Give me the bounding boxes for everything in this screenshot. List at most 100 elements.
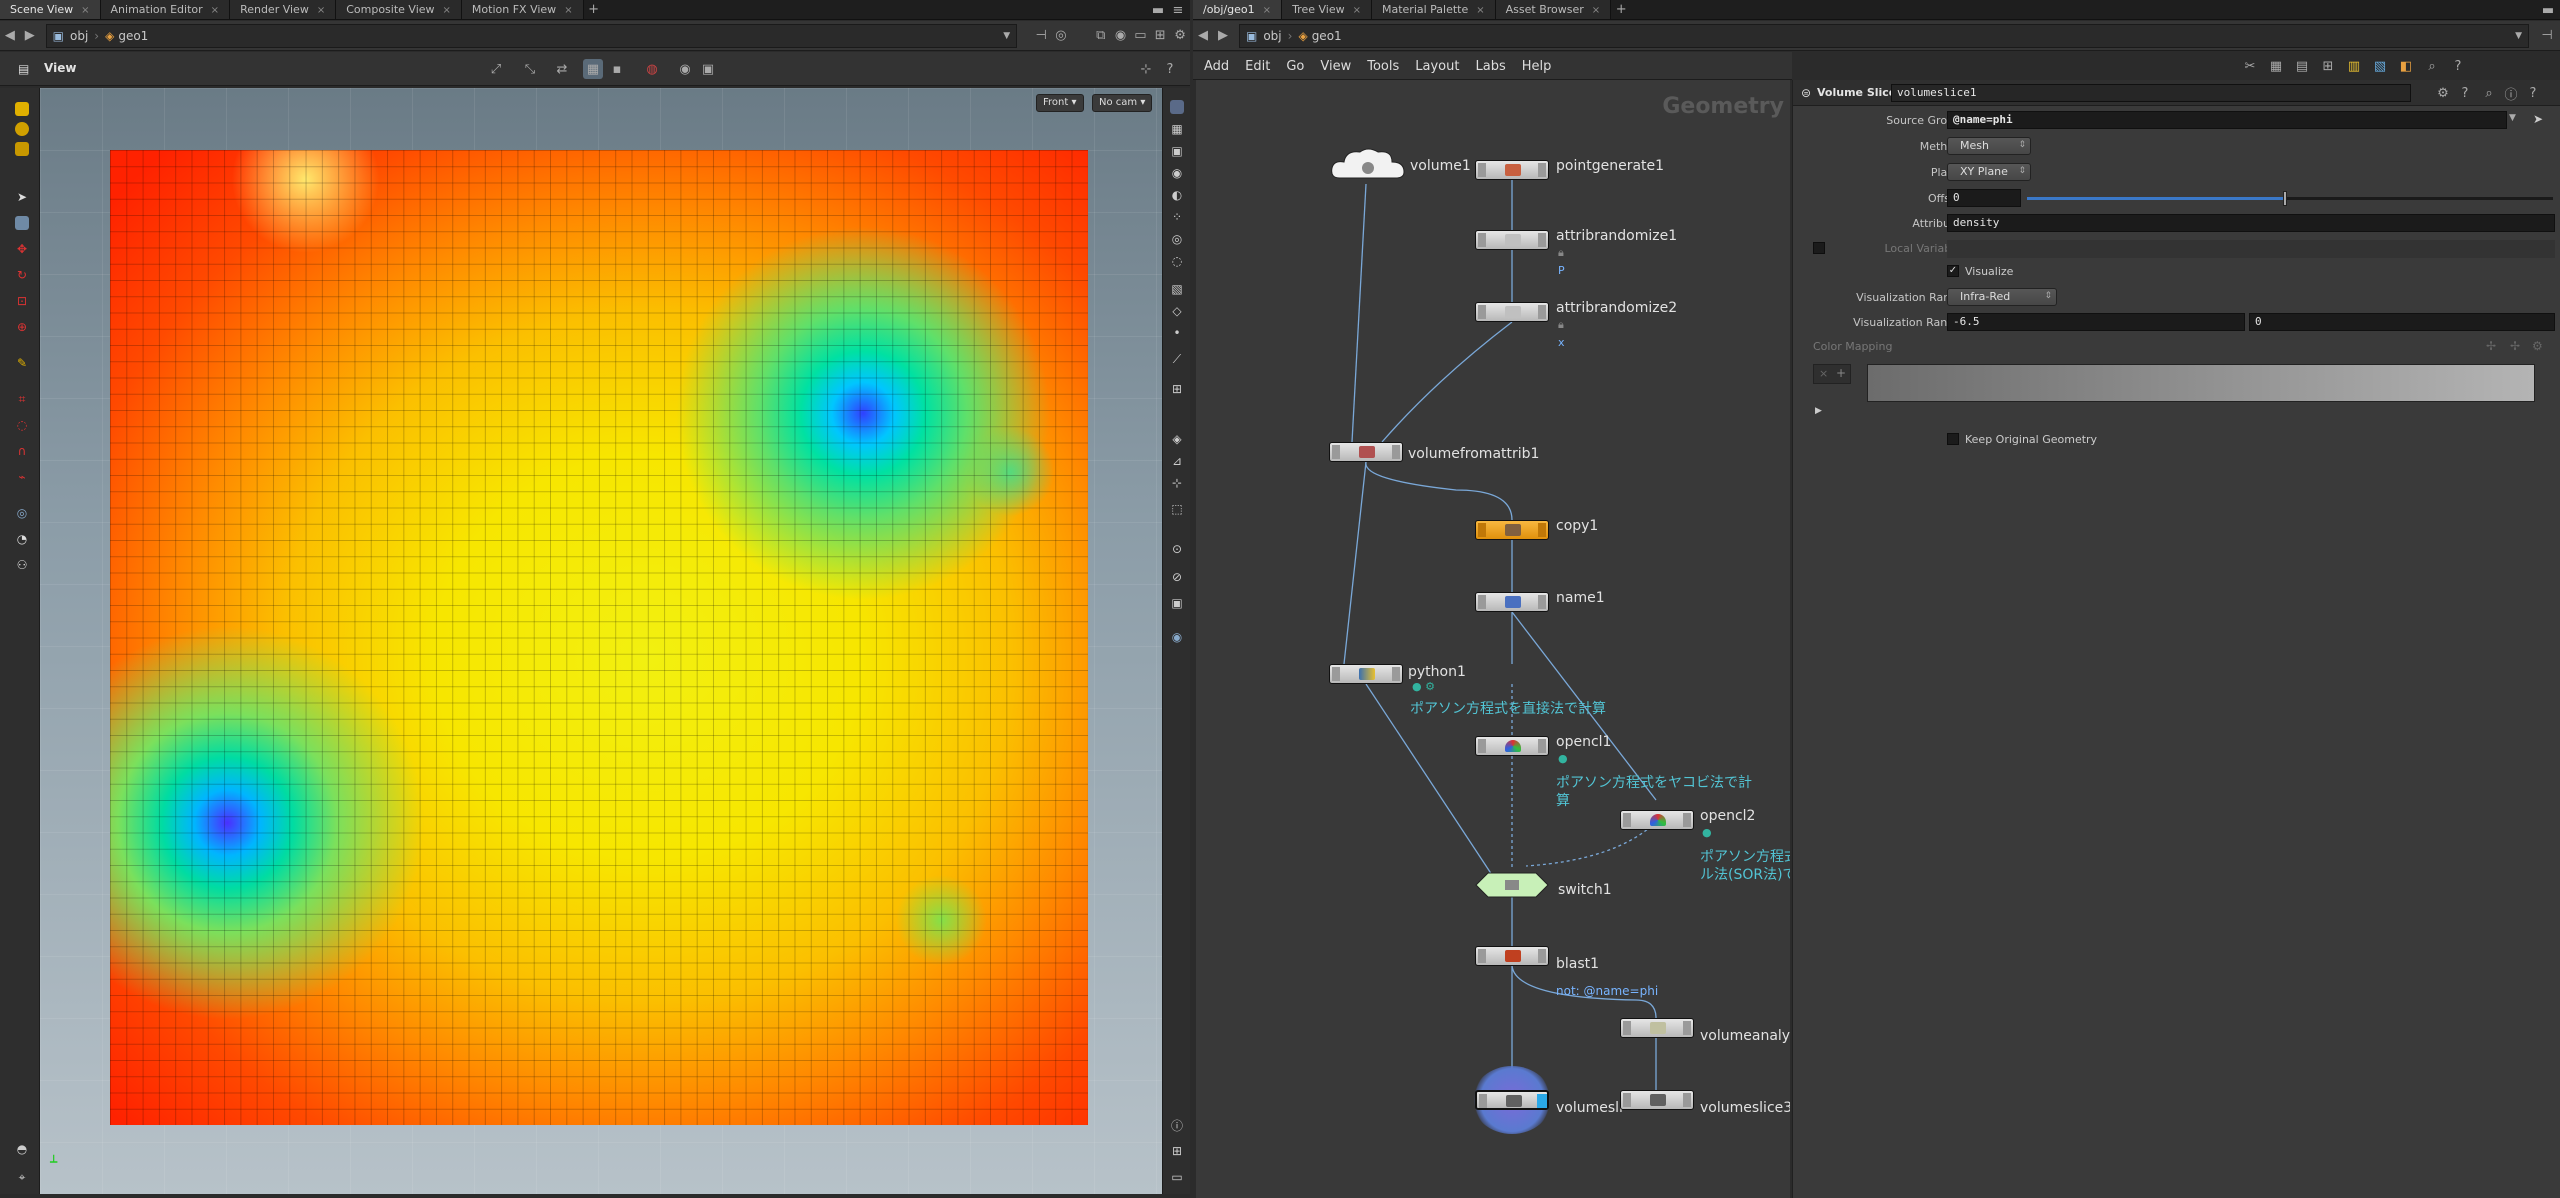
guide-icon[interactable]: ⟋: [1166, 348, 1188, 370]
layout-icon[interactable]: ⊞: [1166, 1140, 1188, 1162]
expand-arrow-icon[interactable]: ▶: [1815, 406, 1822, 416]
viewer-menu-icon[interactable]: ▤: [18, 62, 29, 76]
move-icon[interactable]: ✢: [2510, 339, 2520, 353]
pose-icon[interactable]: ⌗: [11, 388, 33, 410]
close-icon[interactable]: ×: [211, 5, 219, 16]
tab-material-palette[interactable]: Material Palette ×: [1371, 0, 1496, 19]
select-edges-icon[interactable]: [11, 138, 33, 160]
filter-icon[interactable]: ⊘: [1166, 566, 1188, 588]
pin-view-icon[interactable]: ◉: [1166, 626, 1188, 648]
handle-icon[interactable]: ⊕: [11, 316, 33, 338]
render-icon[interactable]: ◉: [1111, 26, 1131, 46]
network-box-icon[interactable]: ▧: [2370, 56, 2390, 76]
help-icon[interactable]: ?: [1160, 59, 1180, 79]
select-arrow-icon[interactable]: ➤: [2533, 112, 2543, 126]
tab-network-editor[interactable]: /obj/geo1 ×: [1193, 0, 1283, 19]
paint-icon[interactable]: ⌁: [11, 466, 33, 488]
close-icon[interactable]: ×: [317, 5, 325, 16]
color-ramp[interactable]: [1867, 364, 2535, 402]
points-icon[interactable]: ⁘: [1166, 206, 1188, 228]
transform-icon[interactable]: ⇄: [552, 59, 572, 79]
light-icon[interactable]: ◉: [1166, 162, 1188, 184]
background-icon[interactable]: ▧: [1166, 278, 1188, 300]
ghost-icon[interactable]: ▦: [1166, 118, 1188, 140]
render-region-icon[interactable]: ⚇: [11, 554, 33, 576]
tab-render-view[interactable]: Render View ×: [230, 0, 337, 19]
node-name-field[interactable]: volumeslice1: [1891, 84, 2411, 102]
orbit-icon[interactable]: ◔: [11, 528, 33, 550]
back-arrow-icon[interactable]: ◀: [1193, 26, 1213, 46]
pin-icon[interactable]: ⊣: [2537, 26, 2557, 46]
help-icon[interactable]: ?: [2448, 56, 2468, 76]
move-icon[interactable]: ✥: [11, 238, 33, 260]
pane-options-icon[interactable]: ▬: [2538, 0, 2558, 20]
name1-node[interactable]: [1475, 592, 1549, 612]
display-options-icon[interactable]: ⊹: [1136, 59, 1156, 79]
plane-menu[interactable]: XY Plane ⇕: [1947, 163, 2031, 181]
switch1-node[interactable]: [1470, 870, 1554, 900]
breadcrumb-geo[interactable]: geo1: [118, 29, 148, 43]
record-icon[interactable]: ◍: [642, 59, 662, 79]
close-icon[interactable]: ×: [564, 5, 572, 16]
offset-slider-handle[interactable]: [2283, 191, 2287, 206]
menu-view[interactable]: View: [1312, 58, 1359, 76]
rotate-icon[interactable]: ↻: [11, 264, 33, 286]
close-icon[interactable]: ×: [1353, 5, 1361, 16]
camera-icon[interactable]: ▭: [1131, 26, 1151, 46]
python1-node[interactable]: [1329, 664, 1403, 684]
normals-icon[interactable]: ◎: [1166, 228, 1188, 250]
forward-arrow-icon[interactable]: ▶: [20, 26, 40, 46]
help-question-icon[interactable]: ?: [2455, 83, 2475, 103]
breadcrumb-obj[interactable]: obj: [1263, 29, 1281, 43]
add-tab-icon[interactable]: +: [584, 0, 604, 19]
path-breadcrumb[interactable]: ▣ obj › ◈ geo1 ▼: [1239, 23, 2529, 48]
volume1-node[interactable]: [1330, 146, 1406, 180]
visualization-range-min[interactable]: -6.5: [1947, 313, 2245, 331]
menu-help[interactable]: Help: [1514, 58, 1560, 76]
magnet-icon[interactable]: ∩: [11, 440, 33, 462]
volumeanalysis-node[interactable]: [1620, 1018, 1694, 1038]
tab-animation-editor[interactable]: Animation Editor ×: [100, 0, 231, 19]
menu-tools[interactable]: Tools: [1359, 58, 1407, 76]
tab-tree-view[interactable]: Tree View ×: [1282, 0, 1372, 19]
safe-area-icon[interactable]: ⊹: [1166, 472, 1188, 494]
visualizer-icon[interactable]: ⬚: [1166, 498, 1188, 520]
tab-composite-view[interactable]: Composite View ×: [336, 0, 462, 19]
menu-go[interactable]: Go: [1278, 58, 1312, 76]
gear-icon[interactable]: ⚙: [2433, 83, 2453, 103]
volumeslice3-node[interactable]: [1620, 1090, 1694, 1110]
help-icon[interactable]: ?: [2523, 83, 2543, 103]
brush-icon[interactable]: ✎: [11, 352, 33, 374]
path-breadcrumb[interactable]: ▣ obj › ◈ geo1 ▼: [45, 23, 1018, 48]
pane-options-icon[interactable]: ≡: [1168, 0, 1188, 20]
grid-snap-icon[interactable]: ▦: [583, 59, 603, 79]
select-points-icon[interactable]: [11, 118, 33, 140]
settings-icon[interactable]: ⚙: [1170, 26, 1190, 46]
camera-dolly-icon[interactable]: ⌖: [11, 1166, 33, 1188]
info-icon[interactable]: ⓘ: [2501, 83, 2521, 103]
close-icon[interactable]: ×: [1263, 5, 1271, 16]
screen-icon[interactable]: ▭: [1166, 1166, 1188, 1188]
zoom-icon[interactable]: ⌕: [2422, 56, 2442, 76]
attribrandomize1-node[interactable]: [1475, 230, 1549, 250]
view-projection-menu[interactable]: Front ▾: [1036, 94, 1084, 112]
lock-camera-icon[interactable]: ▣: [1166, 140, 1188, 162]
pointer-icon[interactable]: ➤: [11, 186, 33, 208]
forward-arrow-icon[interactable]: ▶: [1213, 26, 1233, 46]
select-arrow-icon[interactable]: [11, 98, 33, 120]
chevron-down-icon[interactable]: ▼: [1003, 31, 1016, 41]
blast1-node[interactable]: [1475, 946, 1549, 966]
menu-labs[interactable]: Labs: [1467, 58, 1513, 76]
view-tool-icon[interactable]: ◎: [11, 502, 33, 524]
offset-slider[interactable]: [2027, 191, 2553, 206]
close-icon[interactable]: ×: [443, 5, 451, 16]
add-tab-icon[interactable]: +: [1611, 0, 1631, 19]
method-menu[interactable]: Mesh ⇕: [1947, 137, 2031, 155]
camera-icon[interactable]: ◉: [675, 59, 695, 79]
template-icon[interactable]: ◌: [1166, 250, 1188, 272]
pin-icon[interactable]: ⊣: [1031, 26, 1051, 46]
volumefromattrib1-node[interactable]: [1329, 442, 1403, 462]
search-icon[interactable]: ⌕: [2479, 83, 2499, 103]
layout-icon[interactable]: ⧉: [1091, 26, 1111, 46]
grid-icon[interactable]: ▦: [2266, 56, 2286, 76]
